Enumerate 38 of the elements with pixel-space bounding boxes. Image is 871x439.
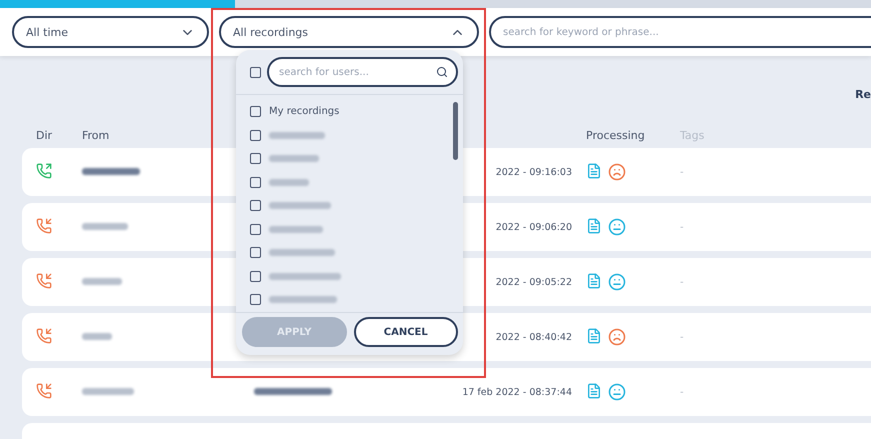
user-option[interactable]: My recordings [269, 106, 340, 118]
user-checkbox[interactable] [250, 106, 261, 118]
recording-row[interactable]: 17 feb 2022 - 08:37:44 - [22, 368, 871, 416]
user-checkbox[interactable] [250, 153, 261, 164]
tags-cell-text: - [680, 332, 685, 342]
transcript-icon [586, 383, 602, 399]
transcript-icon [586, 218, 602, 234]
user-checkbox[interactable] [250, 247, 261, 258]
recordings-filter-select[interactable]: All recordings [219, 16, 479, 48]
user-search-field[interactable]: search for users... [267, 57, 458, 87]
user-checkbox[interactable] [250, 294, 261, 306]
keyword-search-field[interactable]: search for keyword or phrase... [489, 16, 871, 48]
user-checkbox[interactable] [250, 270, 261, 282]
column-header: Processing [586, 129, 645, 142]
date-cell: 2022 - 09:05:22 [496, 276, 572, 288]
column-header: Dir [36, 129, 52, 142]
select-all-checkbox[interactable] [250, 66, 261, 78]
scrollbar-thumb[interactable] [453, 102, 458, 160]
user-checkbox[interactable] [250, 130, 261, 141]
date-cell: 2022 - 09:06:20 [496, 222, 572, 232]
date-cell: 2022 - 09:16:03 [496, 166, 572, 178]
tags-cell-text: - [680, 386, 685, 398]
transcript-icon [586, 273, 602, 289]
transcript-icon [586, 328, 602, 344]
column-header: From [82, 129, 110, 142]
date-cell: 2022 - 08:40:42 [496, 332, 572, 342]
user-checkbox[interactable] [250, 176, 261, 188]
tags-cell-text: - [680, 276, 685, 288]
cancel-button[interactable]: CANCEL [354, 317, 458, 347]
tags-cell-text: - [680, 166, 685, 178]
user-checkbox[interactable] [250, 200, 261, 212]
header-action-link[interactable]: Re [855, 88, 871, 101]
time-filter-select[interactable]: All time [12, 16, 209, 48]
user-checkbox[interactable] [250, 224, 261, 235]
search-icon [436, 66, 448, 78]
tags-cell-text: - [680, 222, 685, 232]
transcript-icon [586, 163, 602, 179]
date-cell: 17 feb 2022 - 08:37:44 [462, 386, 572, 398]
